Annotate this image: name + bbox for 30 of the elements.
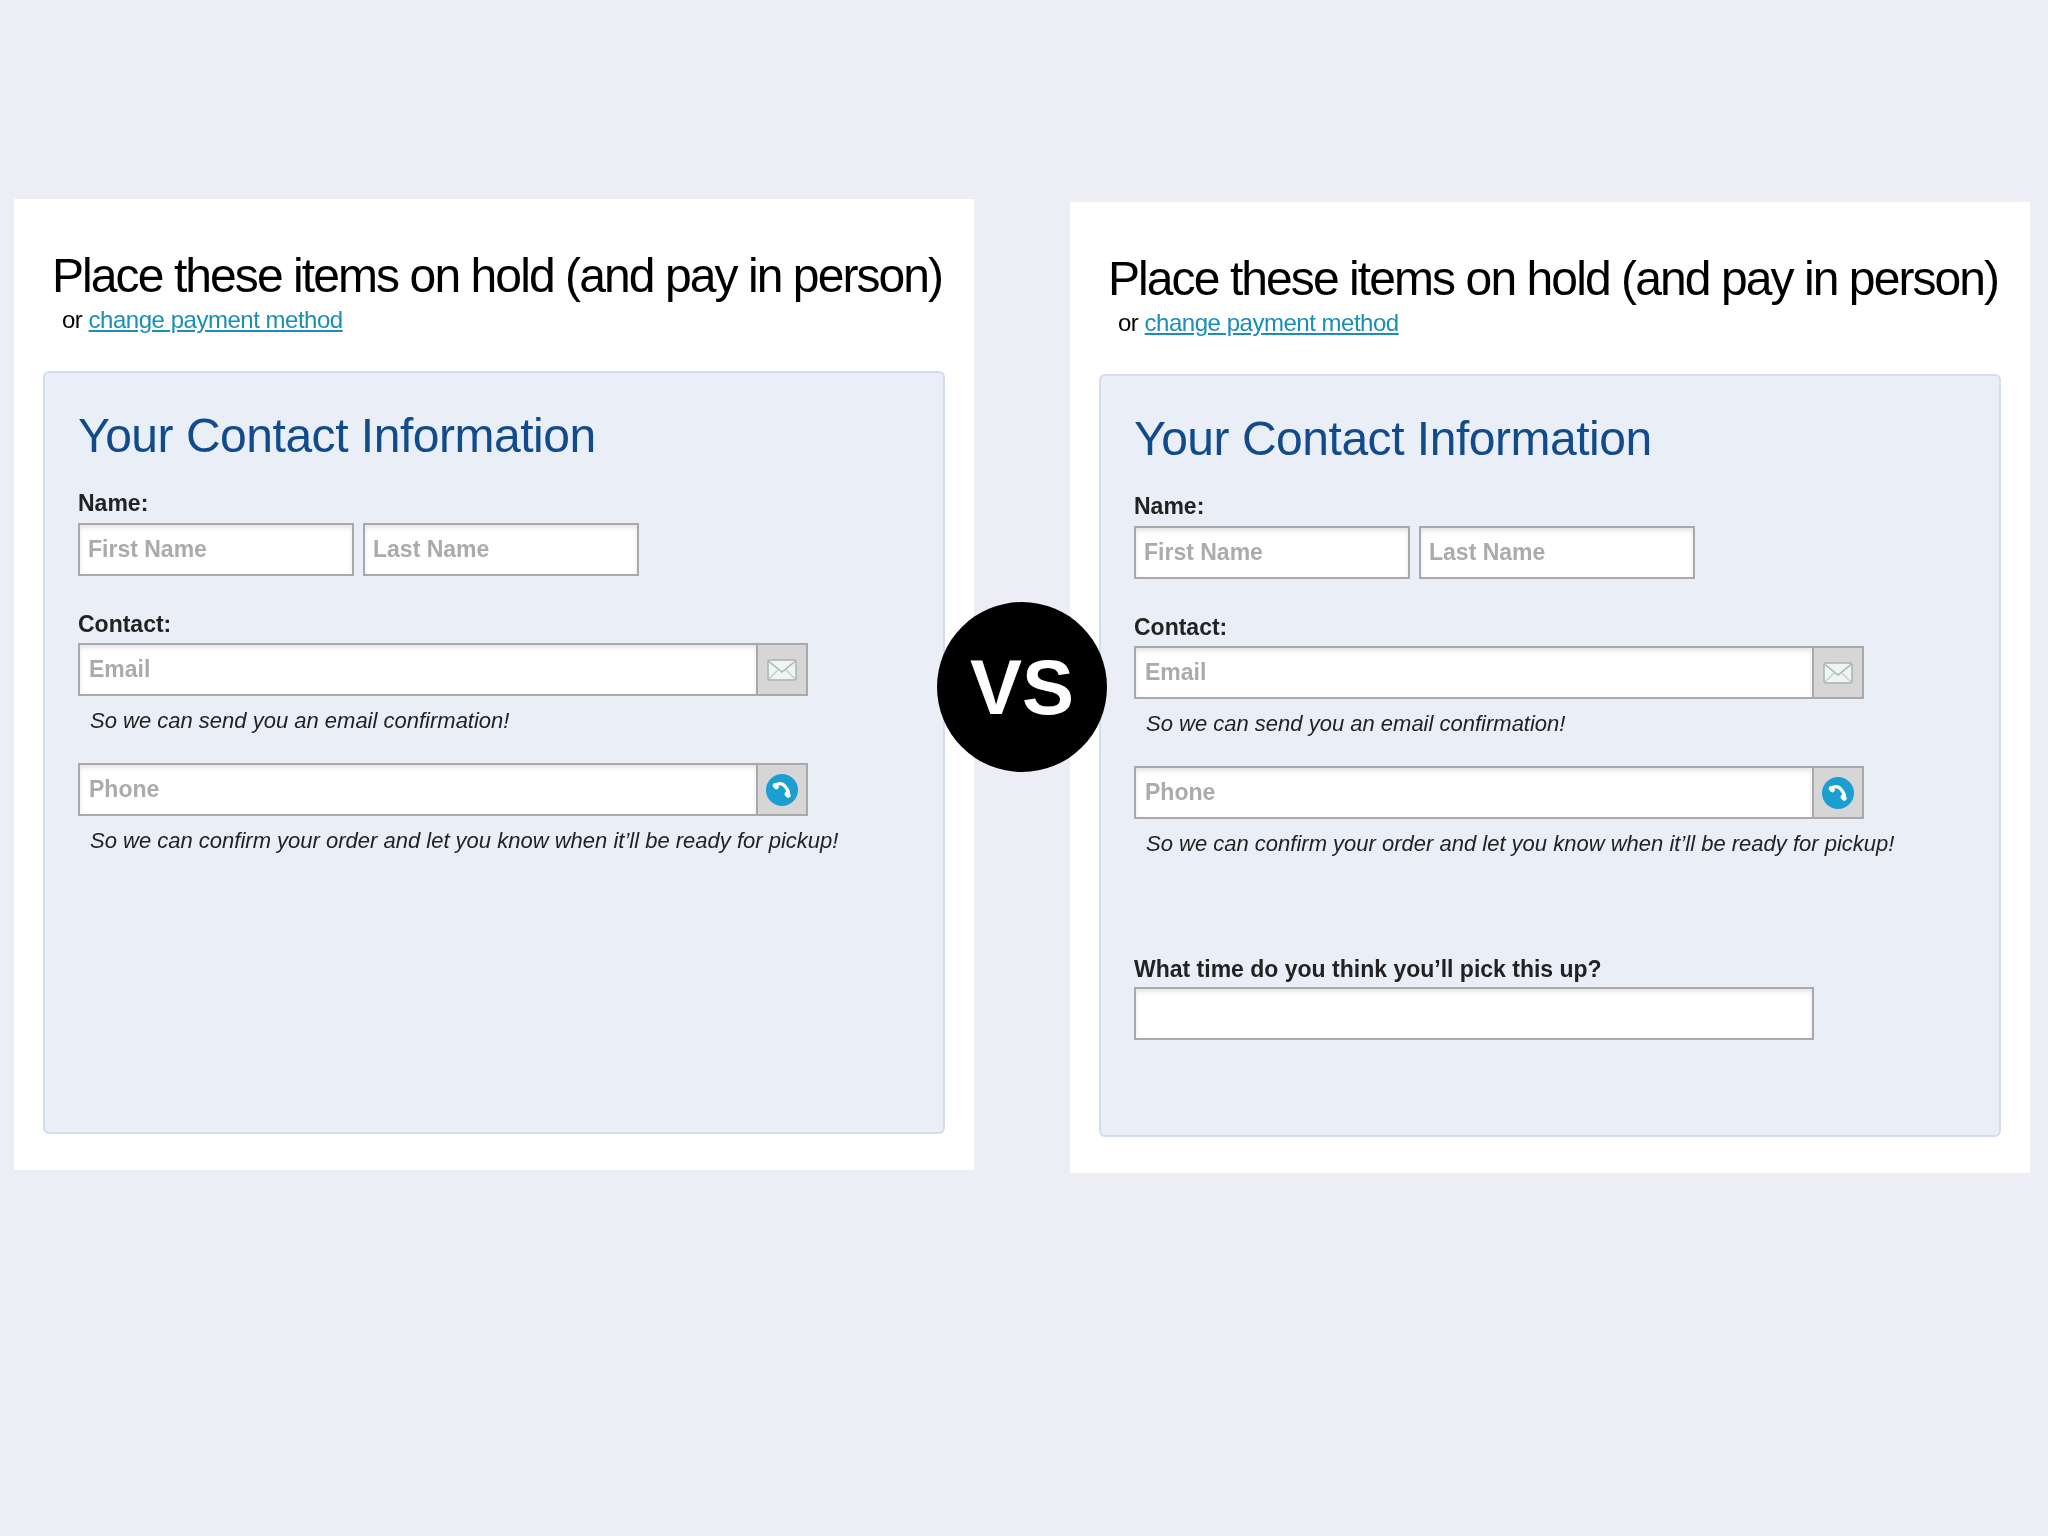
section-heading: Your Contact Information bbox=[1134, 415, 1653, 463]
name-field[interactable]: First Name bbox=[1134, 526, 1410, 579]
envelope-icon bbox=[1823, 661, 1853, 684]
field-hint: So we can confirm your order and let you know when it’ll be ready for pickup! bbox=[1146, 833, 1896, 855]
payment-option-text: or change payment method bbox=[62, 308, 344, 332]
field-hint: So we can confirm your order and let you know when it’ll be ready for pickup! bbox=[90, 830, 840, 852]
name-field[interactable]: Last Name bbox=[363, 523, 639, 576]
field-label: Name: bbox=[78, 492, 150, 515]
change-payment-link[interactable]: change payment method bbox=[1144, 309, 1399, 336]
field-hint: So we can send you an email confirmation! bbox=[1146, 713, 1567, 735]
page-title: Place these items on hold (and pay in person) bbox=[52, 252, 944, 300]
payment-option-text: or change payment method bbox=[1118, 311, 1400, 335]
field-label: Contact: bbox=[78, 613, 173, 636]
field-hint: So we can send you an email confirmation! bbox=[90, 710, 511, 732]
time-input-field[interactable] bbox=[1134, 987, 1814, 1040]
name-field[interactable]: Last Name bbox=[1419, 526, 1695, 579]
field-label: Contact: bbox=[1134, 616, 1229, 639]
phone-field[interactable]: Phone bbox=[78, 763, 756, 816]
field-label: Name: bbox=[1134, 495, 1206, 518]
envelope-icon bbox=[767, 658, 797, 681]
page-title: Place these items on hold (and pay in person) bbox=[1108, 255, 2000, 303]
field-label: What time do you think you’ll pick this up? bbox=[1134, 958, 1603, 981]
section-heading: Your Contact Information bbox=[78, 412, 597, 460]
phone-icon bbox=[1822, 776, 1854, 809]
change-payment-link[interactable]: change payment method bbox=[88, 306, 343, 333]
name-field[interactable]: First Name bbox=[78, 523, 354, 576]
email-field[interactable]: Email bbox=[1134, 646, 1812, 699]
phone-icon bbox=[766, 773, 798, 806]
phone-field[interactable]: Phone bbox=[1134, 766, 1812, 819]
email-field[interactable]: Email bbox=[78, 643, 756, 696]
